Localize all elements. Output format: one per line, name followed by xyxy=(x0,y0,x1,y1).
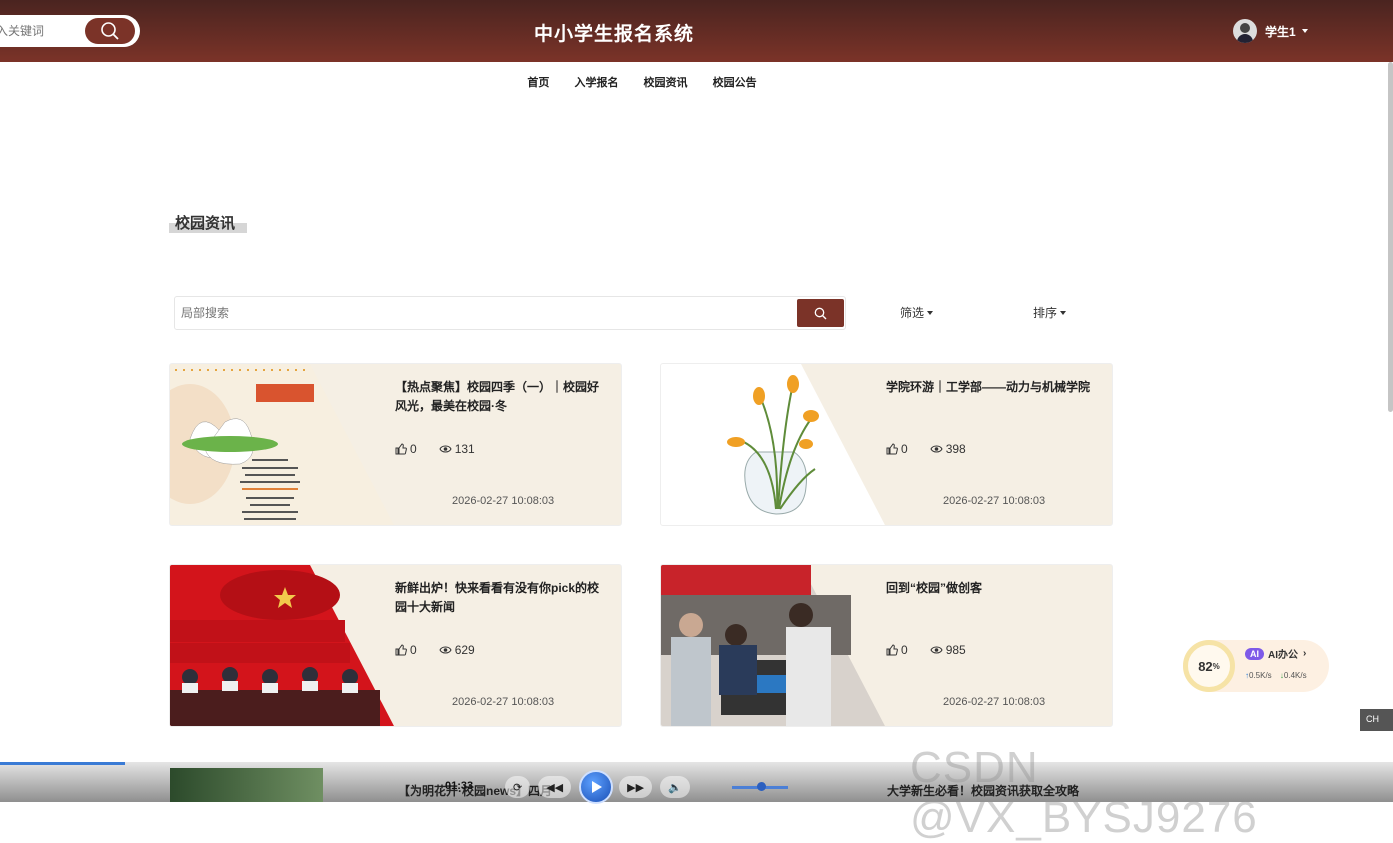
eye-icon xyxy=(930,646,943,654)
view-count-value: 629 xyxy=(454,643,475,657)
upload-speed: 0.5K/s xyxy=(1249,671,1272,680)
watermark: CSDN @VX_BYSJ9276 xyxy=(910,743,1258,842)
sort-dropdown[interactable]: 排序 xyxy=(1033,304,1067,321)
article-date: 2026-02-27 10:08:03 xyxy=(452,495,555,507)
network-speed: ↑0.5K/s ↓0.4K/s xyxy=(1245,671,1307,680)
view-count: 985 xyxy=(930,643,966,657)
caret-down-icon xyxy=(1060,310,1067,315)
article-card[interactable]: 【热点聚焦】校园四季（一）｜校园好风光，最美在校园·冬 0 131 2026-0… xyxy=(169,363,622,526)
nav-enrollment[interactable]: 入学报名 xyxy=(574,74,618,90)
view-count: 131 xyxy=(439,442,475,456)
article-card[interactable]: 新鲜出炉！快来看看有没有你pick的校园十大新闻 0 629 2026-02-2… xyxy=(169,564,622,727)
thumbs-up-icon xyxy=(395,443,407,455)
nav-campus-notices[interactable]: 校园公告 xyxy=(713,74,757,90)
local-search-input[interactable] xyxy=(181,297,781,329)
eye-icon xyxy=(439,646,452,654)
chevron-right-icon: › xyxy=(1303,648,1307,659)
like-count-value: 0 xyxy=(410,442,417,456)
rewind-button[interactable]: ◀◀ xyxy=(538,776,572,798)
article-meta: 0 398 xyxy=(886,442,988,456)
view-count-value: 398 xyxy=(945,442,966,456)
like-count-value: 0 xyxy=(901,442,908,456)
view-count: 398 xyxy=(930,442,966,456)
thumbs-up-icon xyxy=(395,644,407,656)
forward-button[interactable]: ▶▶ xyxy=(619,776,653,798)
filter-dropdown[interactable]: 筛选 xyxy=(900,304,934,321)
filter-label: 筛选 xyxy=(900,306,925,320)
video-progress[interactable] xyxy=(0,762,125,765)
like-count[interactable]: 0 xyxy=(395,643,417,657)
like-count[interactable]: 0 xyxy=(886,442,908,456)
article-thumbnail-meeting xyxy=(170,565,394,726)
user-menu[interactable]: 学生1 xyxy=(1233,18,1308,44)
player-time: 01:33 xyxy=(445,780,474,792)
article-date: 2026-02-27 10:08:03 xyxy=(943,696,1046,708)
eye-icon xyxy=(930,445,943,453)
like-count-value: 0 xyxy=(410,643,417,657)
search-icon xyxy=(814,307,827,320)
ai-badge-icon: AI xyxy=(1245,647,1264,660)
sort-label: 排序 xyxy=(1033,306,1058,320)
article-title[interactable]: 【热点聚焦】校园四季（一）｜校园好风光，最美在校园·冬 xyxy=(395,378,600,416)
article-thumbnail-geese xyxy=(170,364,394,525)
section-title: 校园资讯 xyxy=(175,215,236,232)
ai-office-text: AI办公 xyxy=(1268,650,1298,661)
volume-icon[interactable]: 🔈 xyxy=(660,776,690,798)
thumbs-up-icon xyxy=(886,443,898,455)
local-search xyxy=(174,296,846,330)
article-title[interactable]: 学院环游｜工学部——动力与机械学院 xyxy=(886,378,1091,397)
caret-down-icon xyxy=(1301,29,1308,33)
nav-campus-news[interactable]: 校园资讯 xyxy=(644,74,688,90)
player-controls: ⟳ ◀◀ ▶▶ 🔈 xyxy=(505,770,698,804)
cpu-usage-ring: 82% xyxy=(1183,640,1235,692)
eye-icon xyxy=(439,445,452,453)
article-title[interactable]: 回到“校园”做创客 xyxy=(886,579,1091,598)
article-thumbnail-tulips xyxy=(661,364,885,525)
play-icon xyxy=(592,781,603,793)
like-count[interactable]: 0 xyxy=(886,643,908,657)
user-name: 学生1 xyxy=(1265,24,1296,39)
thumbs-up-icon xyxy=(886,644,898,656)
article-meta: 0 629 xyxy=(395,643,497,657)
main-nav: 首页 入学报名 校园资讯 校园公告 xyxy=(0,74,1284,90)
caret-down-icon xyxy=(927,310,934,315)
cpu-usage-value: 82 xyxy=(1198,658,1213,674)
ai-office-widget[interactable]: 82% AI AI办公 › ↑0.5K/s ↓0.4K/s xyxy=(1183,640,1329,692)
page-scrollbar[interactable] xyxy=(1388,62,1393,412)
view-count-value: 985 xyxy=(945,643,966,657)
article-date: 2026-02-27 10:08:03 xyxy=(943,495,1046,507)
view-count: 629 xyxy=(439,643,475,657)
download-speed: 0.4K/s xyxy=(1283,671,1307,680)
article-date: 2026-02-27 10:08:03 xyxy=(452,696,555,708)
input-method-chip[interactable]: CH xyxy=(1360,709,1393,731)
article-meta: 0 131 xyxy=(395,442,497,456)
ai-office-label[interactable]: AI AI办公 › xyxy=(1245,646,1306,661)
article-card[interactable]: 回到“校园”做创客 0 985 2026-02-27 10:08:03 xyxy=(660,564,1113,727)
play-button[interactable] xyxy=(579,770,614,804)
local-search-button[interactable] xyxy=(797,299,844,327)
like-count[interactable]: 0 xyxy=(395,442,417,456)
site-title: 中小学生报名系统 xyxy=(533,24,694,45)
avatar xyxy=(1233,19,1257,43)
nav-home[interactable]: 首页 xyxy=(527,74,549,90)
article-card[interactable]: 学院环游｜工学部——动力与机械学院 0 398 2026-02-27 10:08… xyxy=(660,363,1113,526)
volume-knob[interactable] xyxy=(757,782,766,791)
article-thumbnail-partial xyxy=(170,768,323,802)
cpu-usage-unit: % xyxy=(1212,661,1220,671)
article-title[interactable]: 新鲜出炉！快来看看有没有你pick的校园十大新闻 xyxy=(395,579,600,617)
like-count-value: 0 xyxy=(901,643,908,657)
view-count-value: 131 xyxy=(454,442,475,456)
loop-button[interactable]: ⟳ xyxy=(505,776,531,798)
article-thumbnail-makers xyxy=(661,565,885,726)
article-meta: 0 985 xyxy=(886,643,988,657)
